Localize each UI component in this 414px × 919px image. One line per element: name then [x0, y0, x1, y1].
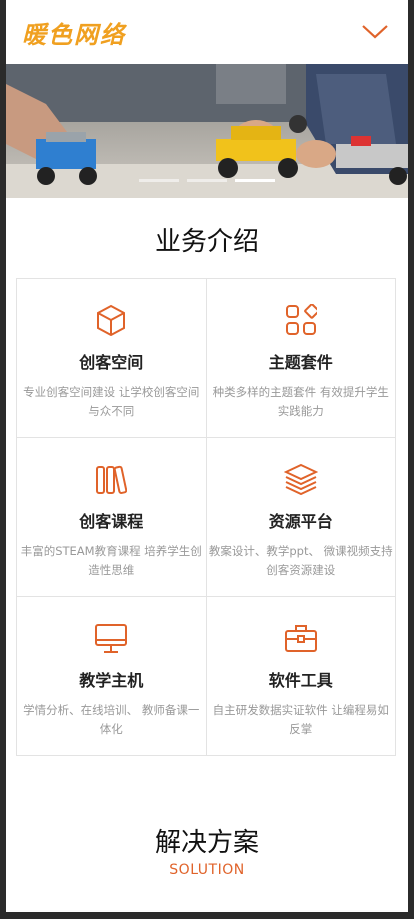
carousel-dot[interactable]: [139, 179, 179, 182]
service-name: 主题套件: [268, 353, 333, 372]
banner-carousel[interactable]: [6, 64, 408, 198]
service-name: 软件工具: [268, 671, 333, 690]
books-icon: [94, 462, 128, 496]
service-desc: 自主研发数据实证软件 让编程易如反掌: [212, 703, 389, 736]
service-card-maker-space[interactable]: 创客空间 专业创客空间建设 让学校创客空间与众不同: [17, 279, 207, 438]
logo[interactable]: 暖色网络: [22, 15, 126, 50]
service-name: 教学主机: [79, 671, 144, 690]
carousel-indicators: [6, 179, 408, 182]
services-title: 业务介绍: [154, 227, 259, 257]
header: 暖色网络: [6, 0, 408, 64]
services-grid: 创客空间 专业创客空间建设 让学校创客空间与众不同 主题套件 种类多样的主题套件…: [16, 278, 396, 756]
toolbox-icon: [284, 621, 318, 655]
chevron-down-icon: [362, 25, 388, 39]
service-name: 创客课程: [79, 512, 144, 531]
service-card-software-tools[interactable]: 软件工具 自主研发数据实证软件 让编程易如反掌: [206, 597, 396, 756]
layers-icon: [283, 462, 318, 496]
solution-title: 解决方案: [154, 828, 259, 858]
service-desc: 丰富的STEAM教育课程 培养学生创造性思维: [20, 544, 202, 577]
service-desc: 学情分析、在线培训、 教师备课一体化: [23, 703, 200, 736]
service-desc: 专业创客空间建设 让学校创客空间与众不同: [23, 385, 200, 418]
monitor-icon: [94, 621, 128, 655]
service-card-resource-platform[interactable]: 资源平台 教案设计、教学ppt、 微课视频支持创客资源建设: [206, 438, 396, 597]
carousel-dot-active[interactable]: [235, 179, 275, 182]
menu-button[interactable]: [360, 20, 390, 44]
service-name: 资源平台: [268, 512, 333, 531]
solution-subtitle: SOLUTION: [169, 862, 245, 878]
banner-image: [6, 64, 408, 198]
cube-icon: [94, 303, 128, 337]
service-card-teaching-host[interactable]: 教学主机 学情分析、在线培训、 教师备课一体化: [17, 597, 207, 756]
page: 暖色网络 业务介绍 创客空间 专业创客空间建设 让学校创客空间与众不同 主题套件…: [6, 0, 408, 912]
service-card-maker-courses[interactable]: 创客课程 丰富的STEAM教育课程 培养学生创造性思维: [17, 438, 207, 597]
service-desc: 教案设计、教学ppt、 微课视频支持创客资源建设: [208, 544, 393, 577]
grid-shapes-icon: [284, 303, 318, 337]
service-desc: 种类多样的主题套件 有效提升学生实践能力: [212, 385, 389, 418]
carousel-dot[interactable]: [187, 179, 227, 182]
service-card-theme-kits[interactable]: 主题套件 种类多样的主题套件 有效提升学生实践能力: [206, 279, 396, 438]
service-name: 创客空间: [79, 353, 144, 372]
